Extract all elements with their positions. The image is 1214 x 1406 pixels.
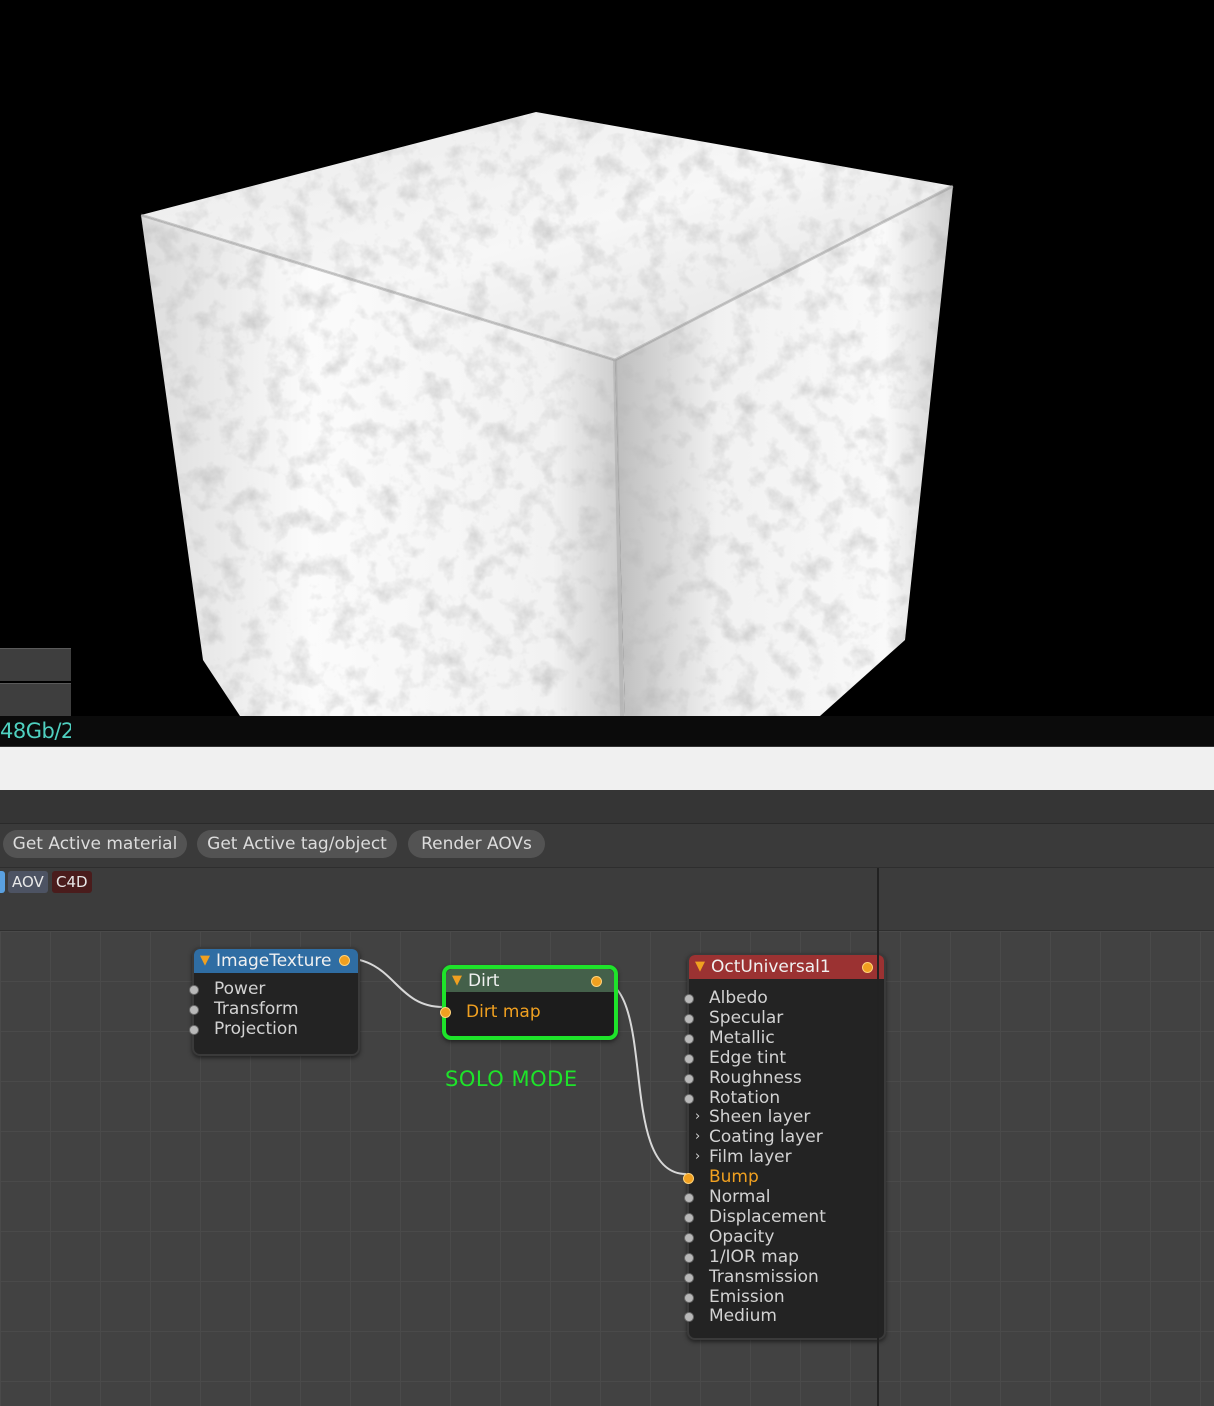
oct-universal-output-port[interactable] [862, 962, 873, 973]
pin-label-opacity: Opacity [709, 1226, 775, 1247]
node-title: Dirt [468, 971, 500, 991]
node-header[interactable]: ▼ Dirt [446, 969, 614, 992]
pin-label-sheen-layer: Sheen layer [709, 1107, 811, 1128]
get-active-material-button[interactable]: Get Active material [3, 830, 187, 858]
tab-accent [0, 871, 5, 893]
pin-label-albedo: Albedo [709, 988, 768, 1008]
tab-bar: AOV C4D [0, 868, 1214, 931]
pin-label-transmission: Transmission [709, 1266, 819, 1287]
pin-label-coating-layer: Coating layer [709, 1127, 823, 1148]
pin-label-roughness: Roughness [709, 1067, 802, 1088]
node-title: OctUniversal1 [711, 957, 831, 977]
pin-label-normal: Normal [709, 1187, 771, 1207]
pin-label-metallic: Metallic [709, 1027, 775, 1048]
image-texture-node[interactable]: ▼ ImageTexture Power Transform Projection [189, 947, 360, 1056]
input-port-transmission[interactable] [684, 1272, 694, 1283]
node-header[interactable]: ▼ ImageTexture [194, 949, 358, 973]
tab-aov[interactable]: AOV [8, 871, 48, 893]
input-port-rotation[interactable] [684, 1093, 694, 1104]
expand-chevron-icon[interactable]: › [695, 1127, 700, 1147]
editor-toolbar: Get Active material Get Active tag/objec… [0, 824, 1214, 868]
input-port-metallic[interactable] [684, 1033, 694, 1044]
input-port[interactable] [189, 985, 199, 995]
input-port-displacement[interactable] [684, 1212, 694, 1223]
input-port-albedo[interactable] [684, 994, 694, 1004]
input-port-edge-tint[interactable] [684, 1053, 694, 1064]
render-aovs-button[interactable]: Render AOVs [408, 830, 545, 858]
pin-label-power: Power [214, 979, 266, 999]
pin-label-dirt-map: Dirt map [466, 1002, 541, 1022]
input-port-specular[interactable] [684, 1013, 694, 1024]
viewport-side-panel-1[interactable] [0, 648, 71, 681]
render-image [140, 112, 954, 716]
input-port-bump[interactable] [683, 1173, 694, 1185]
pin-label-medium: Medium [709, 1306, 777, 1327]
input-port[interactable] [189, 1005, 199, 1015]
expand-chevron-icon[interactable]: › [695, 1107, 700, 1127]
tab-c4d[interactable]: C4D [52, 871, 92, 893]
node-canvas[interactable]: SOLO MODE ▼ ImageTexture Power Transform Pro… [0, 931, 1214, 1406]
editor-titlebar [0, 790, 1214, 824]
collapse-triangle-icon[interactable]: ▼ [695, 955, 705, 979]
dirt-node[interactable]: ▼ Dirt Dirt map [440, 965, 618, 1040]
viewport-side-panel-2[interactable] [0, 683, 71, 716]
input-port[interactable] [189, 1025, 199, 1035]
input-port-emission[interactable] [684, 1292, 694, 1303]
collapse-triangle-icon[interactable]: ▼ [200, 949, 210, 973]
get-active-tag-object-button[interactable]: Get Active tag/object [197, 830, 397, 858]
pin-label-displacement: Displacement [709, 1206, 826, 1227]
window-separator [0, 747, 1214, 790]
input-port-roughness[interactable] [684, 1073, 694, 1084]
pin-label-bump: Bump [709, 1167, 759, 1188]
collapse-triangle-icon[interactable]: ▼ [452, 969, 462, 993]
render-viewport[interactable] [0, 0, 1214, 716]
input-port-medium[interactable] [684, 1312, 694, 1323]
pin-label-specular: Specular [709, 1007, 784, 1028]
input-port-normal[interactable] [684, 1193, 694, 1203]
pin-label-1-ior-map: 1/IOR map [709, 1246, 799, 1267]
pin-label-transform: Transform [214, 999, 299, 1019]
node-title: ImageTexture [216, 951, 332, 971]
image-texture-output-port[interactable] [339, 955, 350, 966]
expand-chevron-icon[interactable]: › [695, 1147, 700, 1167]
pin-label-rotation: Rotation [709, 1087, 781, 1108]
render-status-bar: 48Gb/2 [0, 716, 1214, 747]
node-header[interactable]: ▼ OctUniversal1 [689, 955, 884, 979]
node-editor[interactable]: Get Active material Get Active tag/objec… [0, 790, 1214, 1406]
solo-mode-label: SOLO MODE [445, 1067, 578, 1091]
dirt-output-port[interactable] [591, 976, 602, 987]
pin-label-film-layer: Film layer [709, 1147, 792, 1168]
pin-label-projection: Projection [214, 1019, 299, 1039]
input-port-1-ior-map[interactable] [684, 1252, 694, 1263]
dirt-map-input-port[interactable] [440, 1007, 451, 1018]
panel-divider[interactable] [877, 868, 879, 1406]
pin-label-edge-tint: Edge tint [709, 1047, 787, 1068]
input-port-opacity[interactable] [684, 1232, 694, 1243]
oct-universal-node[interactable]: ▼ OctUniversal1 Albedo Specular Metallic Edge… [683, 953, 886, 1340]
pin-label-emission: Emission [709, 1286, 785, 1307]
memory-usage-text: 48Gb/2 [0, 719, 71, 743]
